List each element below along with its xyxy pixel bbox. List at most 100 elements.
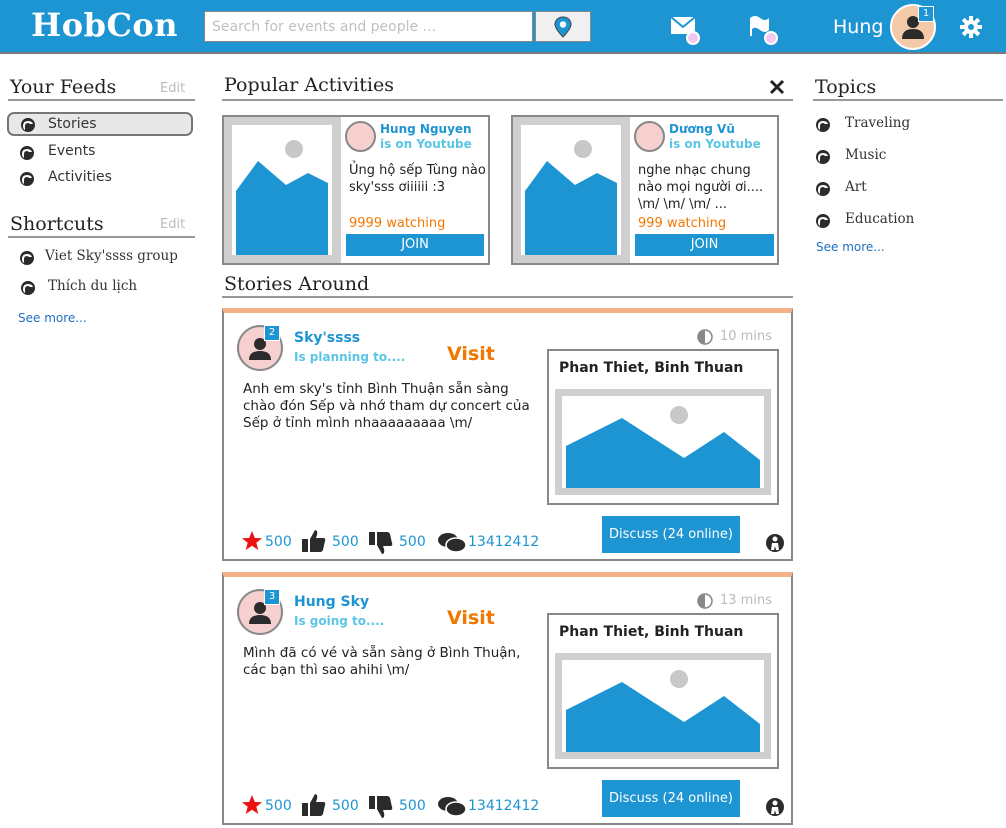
topic-item-traveling[interactable]: Traveling [813,113,993,135]
topic-item-label: Music [845,147,887,163]
story-text: Anh em sky's tỉnh Bình Thuận sẵn sàng ch… [243,381,530,431]
gear-icon [960,16,982,38]
username-label[interactable]: Hung [833,16,883,38]
avatar-badge: 1 [918,6,934,22]
location-pin-icon [554,15,572,38]
user-avatar[interactable]: 1 [890,4,936,50]
feed-item-label: Activities [48,169,112,185]
person-icon[interactable] [765,797,785,817]
avatar[interactable] [345,121,376,152]
star-icon[interactable] [241,794,263,816]
settings-button[interactable] [959,15,983,39]
discuss-button[interactable]: Discuss (24 online) [602,780,740,817]
user-head-icon [815,213,831,229]
story-status: Is going to.... [294,614,385,628]
flag-icon [750,16,778,45]
story-time: 13 mins [720,593,772,608]
avatar[interactable] [634,121,665,152]
story-user-name[interactable]: Hung Sky [294,594,369,610]
topic-item-music[interactable]: Music [813,145,993,167]
notifications-button[interactable] [747,14,781,48]
activity-status: is on Youtube [669,137,761,151]
close-icon [769,79,785,95]
story-user-name[interactable]: Sky'ssss [294,330,360,346]
shortcuts-divider [8,236,195,238]
thumbs-up-icon[interactable] [301,528,327,554]
mail-icon [670,16,700,45]
shortcut-item-thich-du-lich[interactable]: Thích du lịch [10,276,196,298]
shortcuts-see-more-link[interactable]: See more... [18,311,87,325]
activity-status: is on Youtube [380,137,472,151]
discuss-button[interactable]: Discuss (24 online) [602,516,740,553]
star-count: 500 [265,534,292,550]
topic-item-label: Education [845,211,915,227]
user-head-icon [815,181,831,197]
place-image [555,653,771,759]
join-button[interactable]: JOIN [346,234,484,256]
user-head-icon [815,117,831,133]
chat-icon[interactable] [437,795,467,817]
thumbs-up-icon[interactable] [301,792,327,818]
watching-count: 9999 watching [349,216,446,231]
topic-item-label: Art [845,179,867,195]
popular-divider [222,99,793,101]
close-popular-button[interactable] [767,77,787,97]
feeds-divider [8,99,195,101]
contrast-clock-icon [697,329,713,345]
image-placeholder-icon [566,670,760,752]
comment-count: 13412412 [468,534,540,550]
user-head-icon [19,250,35,266]
like-count: 500 [332,798,359,814]
image-placeholder-icon [236,140,328,255]
story-time: 10 mins [720,329,772,344]
shortcut-item-label: Thích du lịch [48,278,138,294]
topics-divider [813,99,1003,101]
image-placeholder-icon [525,140,617,255]
activity-user-name[interactable]: Dương Vũ [669,122,735,136]
user-head-icon [20,117,36,133]
stories-divider [222,296,793,298]
search-location-button[interactable] [535,11,591,42]
feeds-edit-link[interactable]: Edit [160,81,185,96]
activity-text: Ủng hộ sếp Tùng nào sky'sss ơiiiiii :3 [349,163,486,195]
activity-thumbnail [513,117,630,263]
place-card[interactable]: Phan Thiet, Binh Thuan [547,613,779,769]
place-card[interactable]: Phan Thiet, Binh Thuan [547,349,779,505]
dislike-count: 500 [399,534,426,550]
story-status: Is planning to.... [294,350,406,364]
topics-see-more-link[interactable]: See more... [816,240,885,254]
shortcuts-heading: Shortcuts [10,213,104,235]
feed-item-activities[interactable]: Activities [7,167,193,189]
messages-button[interactable] [669,14,703,46]
story-action-label: Visit [447,607,495,629]
activity-thumbnail [224,117,341,263]
user-head-icon [815,149,831,165]
feed-item-stories[interactable]: Stories [7,112,193,136]
feed-item-events[interactable]: Events [7,141,193,163]
popular-card[interactable]: Dương Vũ is on Youtube nghe nhạc chung n… [511,115,779,265]
watching-count: 999 watching [638,216,727,231]
comment-count: 13412412 [468,798,540,814]
user-head-icon [20,280,36,296]
star-icon[interactable] [241,530,263,552]
story-card: 3 Hung Sky Is going to.... Visit 13 mins… [222,572,793,825]
chat-icon[interactable] [437,531,467,553]
topic-item-education[interactable]: Education [813,209,993,231]
image-placeholder-icon [566,406,760,488]
shortcuts-edit-link[interactable]: Edit [160,217,185,232]
top-bar: HobCon Hung 1 [0,0,1006,54]
join-button[interactable]: JOIN [635,234,774,256]
person-icon[interactable] [765,533,785,553]
activity-user-name[interactable]: Hung Nguyen [380,122,472,136]
shortcut-item-viet-sky-group[interactable]: Viet Sky'ssss group [10,246,196,268]
place-title: Phan Thiet, Binh Thuan [559,624,744,640]
popular-card[interactable]: Hung Nguyen is on Youtube Ủng hộ sếp Tùn… [222,115,490,265]
activity-text: nghe nhạc chung nào mọi người ơi.... \m/… [638,163,764,212]
thumbs-down-icon[interactable] [368,530,394,556]
story-action-label: Visit [447,343,495,365]
topic-item-art[interactable]: Art [813,177,993,199]
app-logo[interactable]: HobCon [31,6,178,44]
thumbs-down-icon[interactable] [368,794,394,820]
avatar-badge: 3 [264,589,280,605]
search-input[interactable] [204,11,533,42]
